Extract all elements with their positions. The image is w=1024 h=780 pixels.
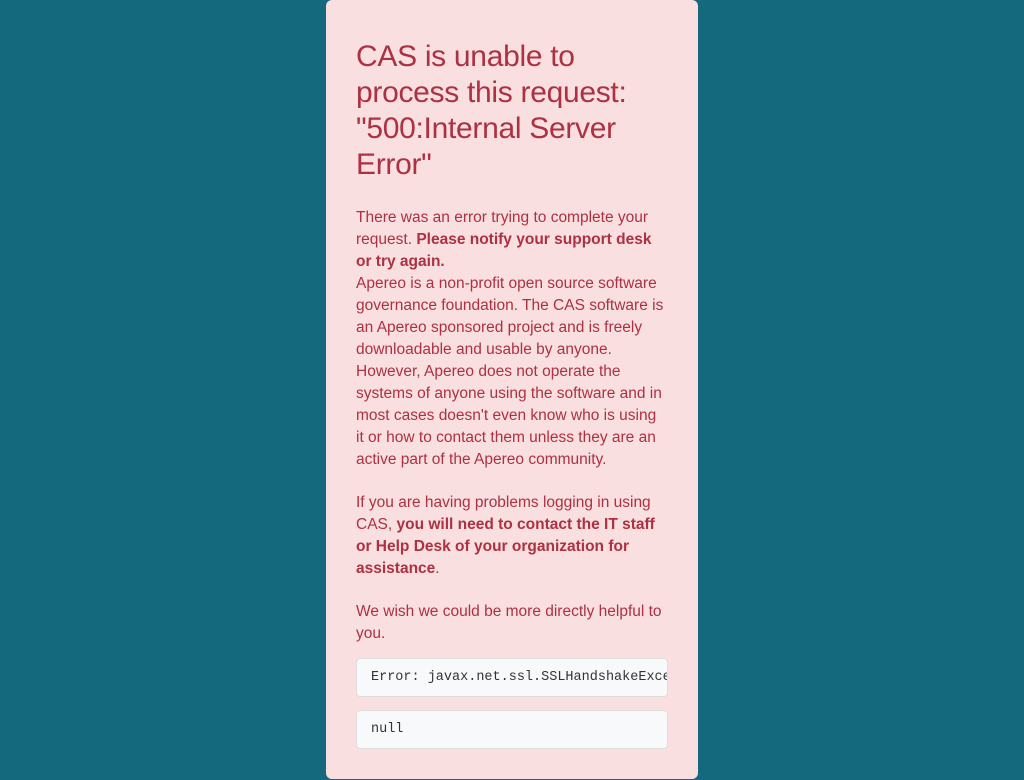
- help-desk-para: If you are having problems logging in us…: [356, 492, 668, 580]
- error-card: CAS is unable to process this request: "…: [326, 0, 698, 779]
- help-desk-tail: .: [435, 560, 439, 577]
- error-heading: CAS is unable to process this request: "…: [356, 39, 668, 183]
- error-null-box[interactable]: null: [356, 710, 668, 749]
- error-intro: There was an error trying to complete yo…: [356, 207, 668, 273]
- error-exception-box[interactable]: Error: javax.net.ssl.SSLHandshakeExcepti…: [356, 658, 668, 697]
- apereo-desc: Apereo is a non-profit open source softw…: [356, 273, 668, 471]
- closing-para: We wish we could be more directly helpfu…: [356, 601, 668, 645]
- help-desk-bold: you will need to contact the IT staff or…: [356, 516, 655, 577]
